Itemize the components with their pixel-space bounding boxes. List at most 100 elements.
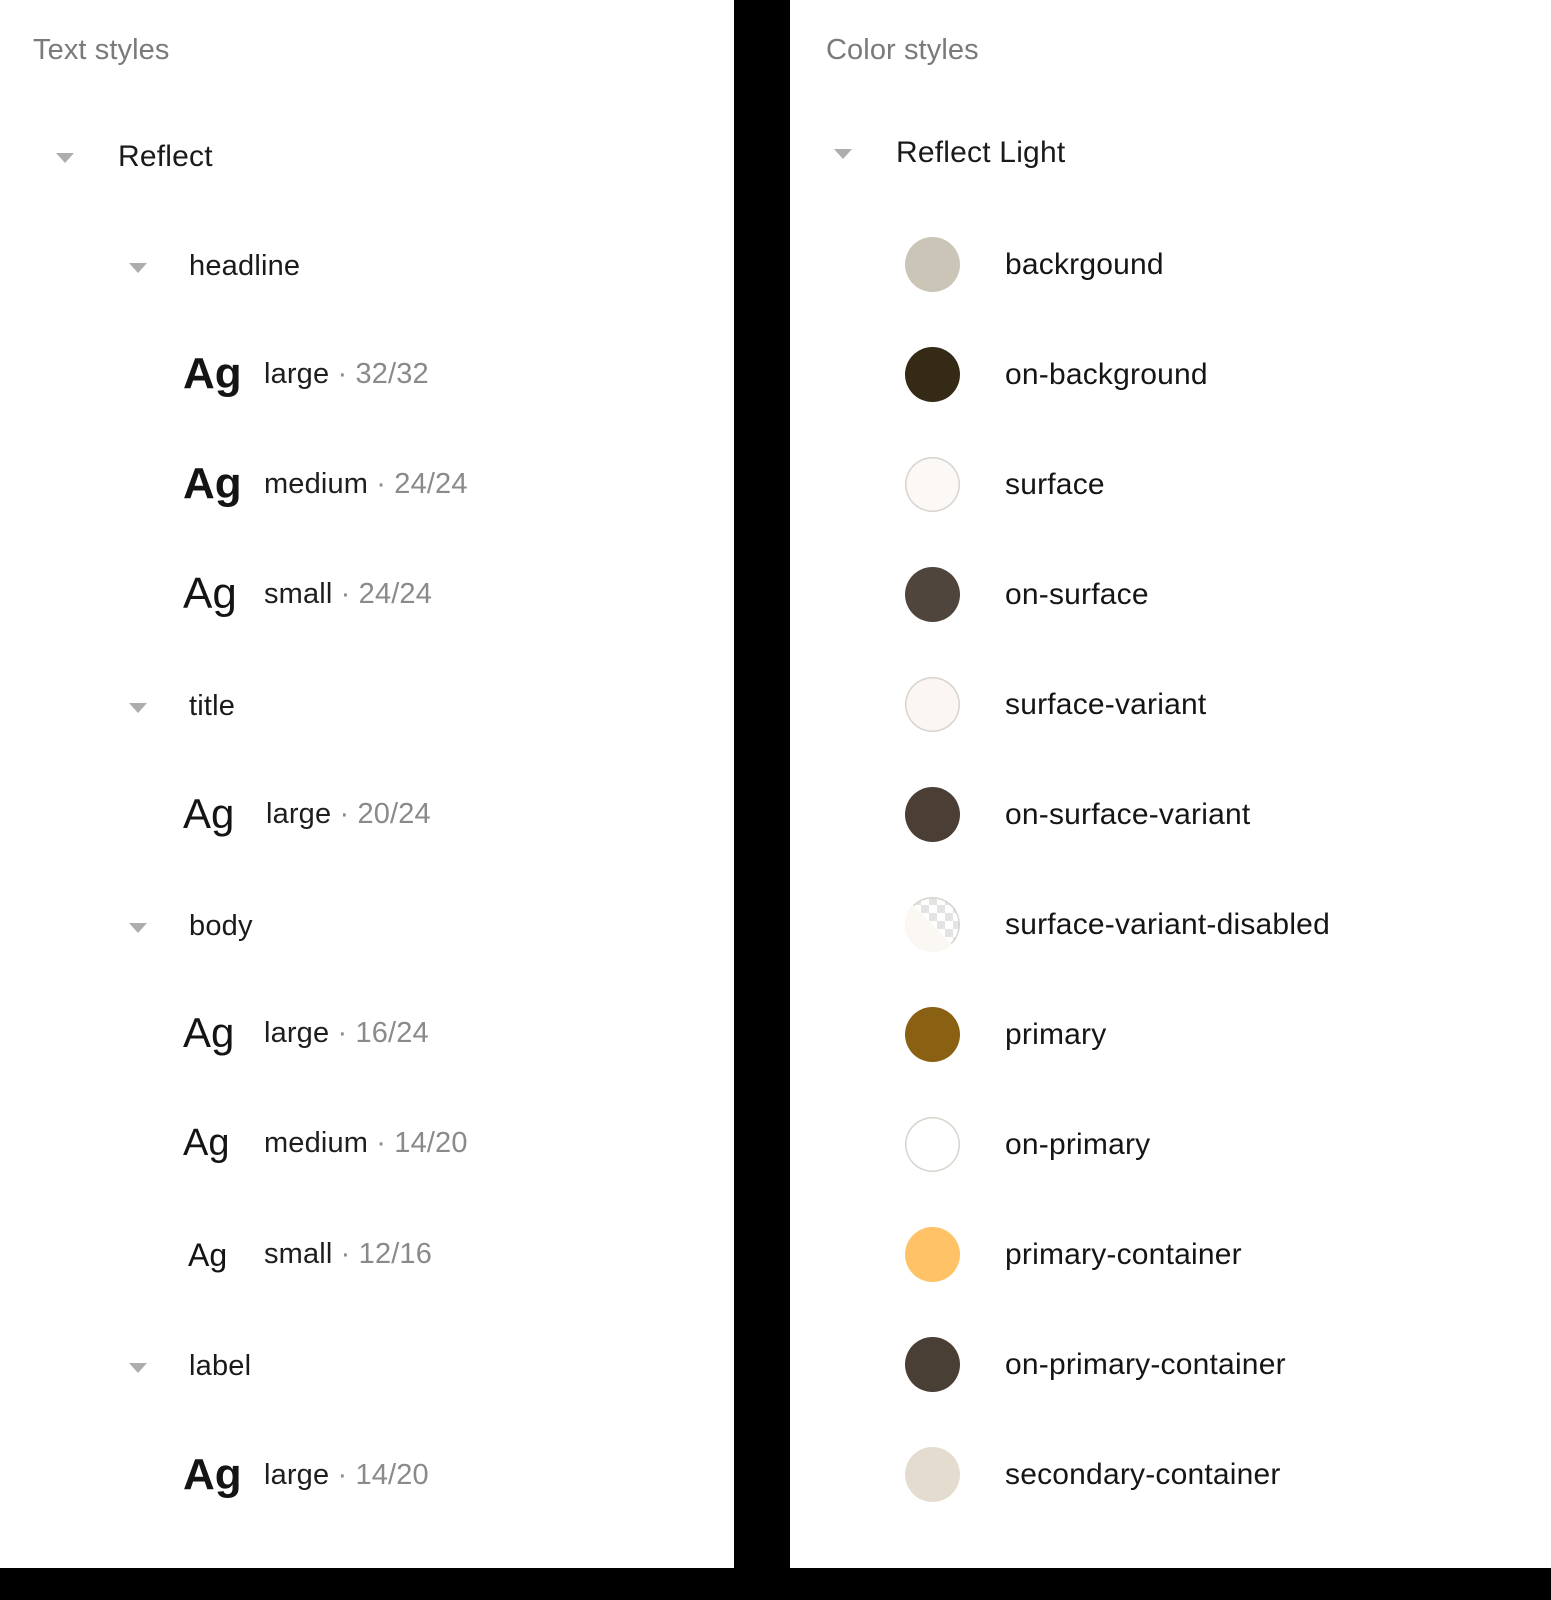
color-style-row[interactable]: primary (905, 1007, 1106, 1062)
tree-group-headline[interactable]: headline (125, 250, 300, 283)
tree-group-label-group[interactable]: label (125, 1350, 251, 1383)
text-style-meta: medium · 14/20 (264, 1127, 468, 1160)
text-style-dimensions: 14/20 (355, 1458, 429, 1491)
text-style-row[interactable]: Ag large · 20/24 (183, 793, 431, 835)
text-style-name: medium (264, 1126, 369, 1159)
text-style-row[interactable]: Ag large · 16/24 (183, 1012, 429, 1054)
tree-group-reflect-light[interactable]: Reflect Light (830, 136, 1065, 170)
text-style-dimensions: 24/24 (394, 467, 468, 500)
type-sample: Ag (183, 790, 235, 837)
tree-group-title[interactable]: title (125, 690, 235, 723)
triangle-down-icon[interactable] (125, 254, 151, 280)
text-style-separator: · (339, 797, 350, 830)
color-style-row[interactable]: secondary-container (905, 1447, 1281, 1502)
color-style-label: secondary-container (1005, 1457, 1281, 1491)
color-style-label: on-surface-variant (1005, 797, 1251, 831)
text-styles-panel-title: Text styles (33, 34, 170, 66)
text-style-dimensions: 24/24 (358, 577, 432, 610)
color-style-row[interactable]: backrgound (905, 237, 1164, 292)
color-style-row[interactable]: on-surface (905, 567, 1149, 622)
text-style-row[interactable]: Ag large · 32/32 (183, 352, 429, 396)
tree-group-label: body (189, 910, 253, 942)
text-style-meta: small · 24/24 (264, 578, 432, 611)
text-style-separator: · (340, 1238, 351, 1270)
tree-group-body[interactable]: body (125, 910, 253, 943)
triangle-down-icon[interactable] (52, 144, 78, 170)
type-sample: Ag (183, 1009, 235, 1056)
text-style-meta: large · 20/24 (266, 798, 431, 831)
triangle-down-icon[interactable] (125, 914, 151, 940)
triangle-down-icon[interactable] (125, 694, 151, 720)
triangle-down-icon[interactable] (830, 140, 856, 166)
type-sample: Ag (183, 459, 242, 508)
text-style-name: small (264, 1238, 333, 1270)
type-sample: Ag (188, 1236, 228, 1273)
color-swatch-icon (905, 1337, 960, 1392)
tree-group-label: label (189, 1350, 252, 1382)
text-style-dimensions: 12/16 (358, 1238, 432, 1270)
color-style-row[interactable]: surface-variant (905, 677, 1206, 732)
text-style-dimensions: 32/32 (355, 357, 429, 390)
text-style-name: large (266, 797, 332, 830)
color-swatch-icon (905, 1007, 960, 1062)
color-style-label: backrgound (1005, 247, 1164, 281)
text-style-row[interactable]: Ag large · 14/20 (183, 1453, 429, 1497)
tree-group-label: headline (189, 250, 301, 282)
tree-group-label: Reflect Light (896, 136, 1066, 169)
text-style-meta: large · 16/24 (264, 1017, 429, 1050)
text-style-meta: large · 14/20 (264, 1459, 429, 1492)
screenshot-stage: Text styles Reflect headline Ag large · … (0, 0, 1551, 1600)
color-style-row[interactable]: on-primary (905, 1117, 1150, 1172)
color-style-label: on-primary-container (1005, 1347, 1286, 1381)
text-style-name: large (264, 1458, 330, 1491)
tree-group-label: title (189, 690, 236, 722)
text-style-name: large (264, 1016, 330, 1049)
text-style-row[interactable]: Ag small · 24/24 (183, 572, 432, 616)
color-style-label: surface (1005, 467, 1105, 501)
color-style-label: surface-variant-disabled (1005, 907, 1330, 941)
color-style-row[interactable]: surface-variant-disabled (905, 897, 1330, 952)
color-swatch-icon (905, 457, 960, 512)
text-style-name: large (264, 357, 330, 390)
text-style-name: small (264, 577, 333, 610)
tree-group-label: Reflect (118, 140, 213, 173)
type-sample: Ag (183, 1122, 230, 1164)
text-style-separator: · (340, 577, 351, 610)
color-swatch-icon (905, 347, 960, 402)
text-style-row[interactable]: Ag medium · 24/24 (183, 462, 468, 506)
text-styles-panel: Text styles Reflect headline Ag large · … (0, 0, 734, 1568)
color-swatch-icon (905, 1447, 960, 1502)
type-sample: Ag (183, 349, 242, 398)
text-style-dimensions: 14/20 (394, 1126, 468, 1159)
color-swatch-icon (905, 787, 960, 842)
text-style-meta: small · 12/16 (264, 1238, 432, 1271)
type-sample: Ag (183, 1450, 242, 1499)
tree-group-reflect[interactable]: Reflect (52, 140, 213, 174)
color-styles-panel-title: Color styles (826, 34, 979, 66)
color-style-row[interactable]: on-surface-variant (905, 787, 1250, 842)
color-style-label: primary (1005, 1017, 1107, 1051)
text-style-separator: · (376, 467, 387, 500)
text-style-separator: · (337, 357, 348, 390)
color-style-row[interactable]: primary-container (905, 1227, 1242, 1282)
color-styles-panel: Color styles Reflect Light backrgound on… (790, 0, 1551, 1568)
color-swatch-icon (905, 677, 960, 732)
text-style-dimensions: 16/24 (355, 1016, 429, 1049)
color-style-label: on-background (1005, 357, 1208, 391)
color-style-row[interactable]: surface (905, 457, 1105, 512)
color-swatch-icon (905, 567, 960, 622)
color-style-label: on-surface (1005, 577, 1149, 611)
color-style-row[interactable]: on-primary-container (905, 1337, 1286, 1392)
text-style-row[interactable]: Ag small · 12/16 (188, 1238, 432, 1271)
triangle-down-icon[interactable] (125, 1354, 151, 1380)
color-style-label: surface-variant (1005, 687, 1207, 721)
text-style-row[interactable]: Ag medium · 14/20 (183, 1124, 468, 1162)
text-style-meta: medium · 24/24 (264, 468, 468, 501)
text-style-separator: · (337, 1458, 348, 1491)
text-style-meta: large · 32/32 (264, 358, 429, 391)
type-sample: Ag (183, 569, 237, 618)
text-style-name: medium (264, 467, 369, 500)
color-style-row[interactable]: on-background (905, 347, 1208, 402)
text-style-dimensions: 20/24 (357, 797, 431, 830)
color-swatch-icon (905, 897, 960, 952)
